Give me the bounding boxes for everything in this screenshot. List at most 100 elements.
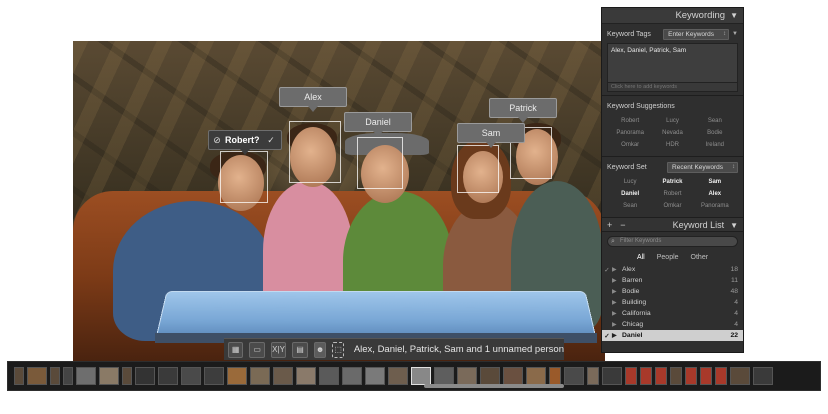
face-region-alex[interactable] — [289, 121, 341, 183]
collapse-triangle-icon[interactable]: ▼ — [730, 221, 738, 230]
filmstrip-thumb[interactable] — [480, 367, 500, 385]
keyword-suggestion[interactable]: Bodie — [694, 128, 736, 138]
keyword-set-item[interactable]: Patrick — [651, 177, 693, 187]
keyword-set-item[interactable]: Robert — [651, 189, 693, 199]
filmstrip-thumb[interactable] — [158, 367, 178, 385]
filmstrip-thumb[interactable] — [526, 367, 546, 385]
face-tag-sam[interactable]: Sam — [457, 123, 525, 148]
keyword-suggestion[interactable]: Nevada — [651, 128, 693, 138]
filmstrip-thumb[interactable] — [655, 367, 667, 385]
filmstrip-thumb[interactable] — [685, 367, 697, 385]
filmstrip-thumb[interactable] — [99, 367, 119, 385]
add-keywords-field[interactable]: Click here to add keywords — [607, 83, 738, 92]
people-face-icon[interactable]: ☻ — [313, 341, 327, 358]
add-keyword-button[interactable]: + — [607, 220, 612, 230]
filmstrip-thumb[interactable] — [388, 367, 408, 385]
filmstrip-thumb[interactable] — [227, 367, 247, 385]
keyword-set-item[interactable]: Omkar — [651, 201, 693, 211]
filmstrip-thumb[interactable] — [27, 367, 47, 385]
filmstrip-thumb[interactable] — [434, 367, 454, 385]
disclosure-triangle-icon[interactable]: ▶ — [612, 321, 622, 328]
filmstrip-thumb[interactable] — [319, 367, 339, 385]
filmstrip-thumb[interactable] — [204, 367, 224, 385]
keyword-tags-textarea[interactable]: Alex, Daniel, Patrick, Sam — [607, 43, 738, 83]
filmstrip-thumb[interactable] — [181, 367, 201, 385]
keyword-list-row[interactable]: ▶ Building 4 — [602, 297, 743, 308]
keyword-filter-input[interactable]: ⌕ Filter Keywords — [607, 236, 738, 247]
face-tag-alex[interactable]: Alex — [279, 87, 347, 112]
loupe-view-icon[interactable]: ▭ — [249, 341, 265, 358]
circle-slash-icon[interactable]: ⊘ — [209, 131, 225, 149]
filmstrip-thumb[interactable] — [63, 367, 73, 385]
keyword-set-item[interactable]: Lucy — [609, 177, 651, 187]
keyword-set-item[interactable]: Daniel — [609, 189, 651, 199]
keyword-set-item[interactable]: Alex — [694, 189, 736, 199]
disclosure-triangle-icon[interactable]: ▶ — [612, 310, 622, 317]
face-region-daniel[interactable] — [357, 137, 403, 189]
draw-face-region-icon[interactable]: ⬚ — [332, 341, 344, 358]
filmstrip-thumb[interactable] — [14, 367, 24, 385]
face-tag-unconfirmed[interactable]: ⊘ Robert? ✓ — [208, 130, 282, 155]
filmstrip-thumb[interactable] — [549, 367, 561, 385]
face-region-unconfirmed[interactable] — [220, 151, 268, 203]
filmstrip-thumb[interactable] — [135, 367, 155, 385]
filmstrip-thumb[interactable] — [76, 367, 96, 385]
disclosure-triangle-icon[interactable]: ▶ — [612, 288, 622, 295]
filmstrip-thumb[interactable] — [50, 367, 60, 385]
keyword-list-row[interactable]: ▶ Bodie 48 — [602, 286, 743, 297]
keyword-suggestion[interactable]: Sean — [694, 116, 736, 126]
keyword-list-row[interactable]: ✓ ▶ Daniel 22 — [602, 330, 743, 341]
face-region-sam[interactable] — [457, 145, 499, 193]
filter-all[interactable]: All — [634, 254, 648, 261]
filmstrip-thumb[interactable] — [503, 367, 523, 385]
keyword-tags-mode-dropdown[interactable]: Enter Keywords — [663, 28, 730, 40]
main-photo[interactable]: ⊘ Robert? ✓ Alex Daniel Sam Patrick — [73, 41, 605, 361]
filmstrip-thumb[interactable] — [122, 367, 132, 385]
face-tag-patrick[interactable]: Patrick — [489, 98, 557, 123]
filmstrip-thumb[interactable] — [587, 367, 599, 385]
keyword-set-item[interactable]: Sean — [609, 201, 651, 211]
keyword-suggestion[interactable]: Robert — [609, 116, 651, 126]
filmstrip-thumb[interactable] — [564, 367, 584, 385]
keyword-list-row[interactable]: ▶ California 4 — [602, 308, 743, 319]
filmstrip-thumb[interactable] — [365, 367, 385, 385]
filmstrip-thumb[interactable] — [342, 367, 362, 385]
disclosure-triangle-icon[interactable]: ▶ — [612, 277, 622, 284]
checkmark-icon[interactable]: ✓ — [602, 266, 612, 274]
compare-view-button[interactable]: X|Y — [270, 341, 287, 358]
remove-keyword-button[interactable]: − — [620, 220, 625, 230]
filmstrip[interactable] — [7, 361, 821, 391]
disclosure-triangle-icon[interactable]: ▶ — [612, 332, 622, 339]
keyword-list-row[interactable]: ▶ Chicag 4 — [602, 319, 743, 330]
keyword-suggestion[interactable]: HDR — [651, 140, 693, 150]
filmstrip-thumb[interactable] — [753, 367, 773, 385]
grid-view-icon[interactable]: ▦ — [228, 341, 244, 358]
filmstrip-scrollbar[interactable] — [424, 384, 564, 388]
filmstrip-thumb[interactable] — [640, 367, 652, 385]
disclosure-triangle-icon[interactable]: ▶ — [612, 266, 622, 273]
filmstrip-thumb[interactable] — [625, 367, 637, 385]
keyword-list-row[interactable]: ▶ Barren 11 — [602, 275, 743, 286]
keyword-set-dropdown[interactable]: Recent Keywords — [667, 161, 738, 173]
survey-view-icon[interactable]: ▤ — [292, 341, 308, 358]
filmstrip-thumb[interactable] — [730, 367, 750, 385]
keywording-panel-header[interactable]: Keywording ▼ — [602, 8, 743, 24]
checkmark-icon[interactable]: ✓ — [263, 131, 279, 149]
keyword-suggestion[interactable]: Panorama — [609, 128, 651, 138]
filmstrip-thumb[interactable] — [715, 367, 727, 385]
keyword-suggestion[interactable]: Lucy — [651, 116, 693, 126]
filter-people[interactable]: People — [654, 254, 682, 261]
filmstrip-thumb[interactable] — [250, 367, 270, 385]
filmstrip-thumb[interactable] — [296, 367, 316, 385]
keyword-suggestion[interactable]: Ireland — [694, 140, 736, 150]
filmstrip-thumb[interactable] — [670, 367, 682, 385]
keyword-set-item[interactable]: Panorama — [694, 201, 736, 211]
disclosure-triangle-icon[interactable]: ▶ — [612, 299, 622, 306]
section-triangle-icon[interactable]: ▼ — [732, 31, 738, 37]
checkmark-icon[interactable]: ✓ — [602, 332, 612, 340]
keyword-list-row[interactable]: ✓ ▶ Alex 18 — [602, 264, 743, 275]
filmstrip-thumb-selected[interactable] — [411, 367, 431, 385]
filter-other[interactable]: Other — [688, 254, 712, 261]
filmstrip-thumb[interactable] — [602, 367, 622, 385]
keyword-suggestion[interactable]: Omkar — [609, 140, 651, 150]
